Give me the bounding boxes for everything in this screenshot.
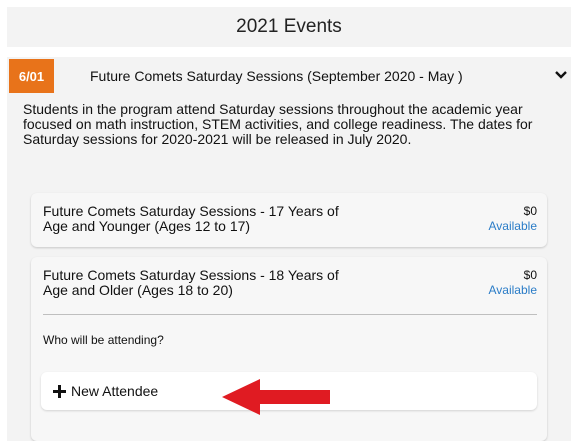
plus-icon <box>53 384 66 398</box>
event-description: Students in the program attend Saturday … <box>23 101 533 147</box>
ticket-option-title: Future Comets Saturday Sessions - 18 Yea… <box>43 267 339 298</box>
event-title[interactable]: Future Comets Saturday Sessions (Septemb… <box>90 59 463 93</box>
new-attendee-label: New Attendee <box>71 383 159 399</box>
red-arrow-icon <box>222 379 330 415</box>
chevron-down-icon[interactable] <box>553 67 569 83</box>
events-header: 2021 Events <box>7 7 571 47</box>
attendee-question: Who will be attending? <box>43 333 164 347</box>
availability-status: Available <box>488 283 537 297</box>
divider <box>43 314 537 315</box>
event-row[interactable]: 6/01 Future Comets Saturday Sessions (Se… <box>7 59 571 93</box>
ticket-option-card[interactable]: Future Comets Saturday Sessions - 17 Yea… <box>31 193 547 247</box>
ticket-option-title: Future Comets Saturday Sessions - 17 Yea… <box>43 203 339 234</box>
date-badge: 6/01 <box>9 59 54 93</box>
ticket-price: $0 <box>523 204 537 218</box>
availability-status: Available <box>488 219 537 233</box>
page-title: 2021 Events <box>236 16 342 37</box>
ticket-price: $0 <box>523 268 537 282</box>
